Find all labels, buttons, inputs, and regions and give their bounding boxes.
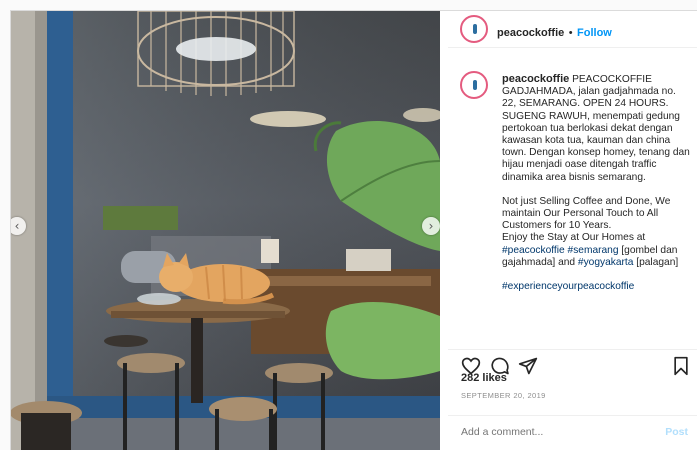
- post-sidebar: peacockoffie • Follow peacockoffie PEACO…: [448, 11, 697, 450]
- header-separator: •: [568, 27, 573, 39]
- post-header: peacockoffie • Follow: [448, 11, 697, 48]
- hashtag-semarang[interactable]: #semarang: [568, 245, 619, 256]
- comment-input[interactable]: [461, 426, 651, 438]
- caption-paragraph-3: Enjoy the Stay at Our Homes at: [502, 232, 646, 244]
- follow-button[interactable]: Follow: [577, 27, 612, 39]
- caption-paragraph-1: PEACOCKOFFIE GADJAHMADA, jalan gadjahmad…: [502, 74, 690, 183]
- next-photo-button[interactable]: ›: [422, 217, 440, 235]
- instagram-post: ‹ › peacockoffie • Follow peacockoffie P…: [10, 10, 697, 450]
- action-bar: [448, 349, 697, 376]
- hashtag-peacockoffie[interactable]: #peacockoffie: [502, 245, 565, 256]
- post-photo[interactable]: ‹ ›: [11, 11, 440, 450]
- caption-username[interactable]: peacockoffie: [502, 73, 569, 85]
- caption-palagan-text: [palagan]: [636, 256, 679, 268]
- post-comment-button[interactable]: Post: [665, 426, 688, 438]
- avatar[interactable]: [460, 15, 488, 43]
- caption-area: peacockoffie PEACOCKOFFIE GADJAHMADA, ja…: [448, 63, 697, 346]
- caption-text: peacockoffie PEACOCKOFFIE GADJAHMADA, ja…: [502, 73, 690, 305]
- hashtag-yogyakarta[interactable]: #yogyakarta: [578, 257, 634, 268]
- header-username[interactable]: peacockoffie: [497, 27, 564, 39]
- cafe-cat-photo: [11, 11, 440, 450]
- likes-count[interactable]: 282 likes: [461, 372, 507, 384]
- post-date[interactable]: SEPTEMBER 20, 2019: [461, 391, 546, 400]
- hashtag-experience[interactable]: #experienceyourpeacockoffie: [502, 281, 634, 292]
- caption-avatar[interactable]: [460, 71, 488, 99]
- share-icon[interactable]: [518, 356, 538, 376]
- comment-bar: Post: [448, 415, 697, 450]
- caption-paragraph-2: Not just Selling Coffee and Done, We mai…: [502, 195, 671, 232]
- bookmark-icon[interactable]: [671, 356, 691, 376]
